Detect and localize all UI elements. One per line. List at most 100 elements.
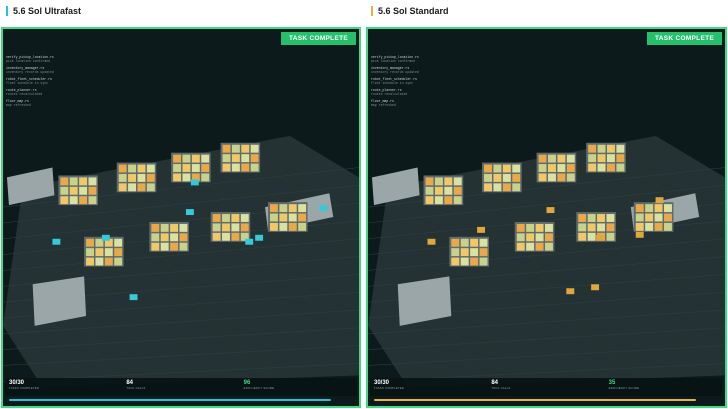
crate: [212, 214, 221, 222]
crate: [566, 154, 575, 163]
crate: [434, 186, 443, 195]
crate: [547, 173, 556, 182]
crate: [114, 257, 123, 266]
simulation-panel-right: TASK COMPLETE verify_pickup_location.rs p…: [366, 27, 727, 408]
crate: [597, 163, 606, 172]
crate: [451, 238, 460, 247]
crate: [425, 196, 434, 205]
robot: [52, 238, 61, 245]
crate: [146, 164, 155, 173]
panel-title: 5.6 Sol Ultrafast: [13, 6, 82, 16]
crate: [231, 214, 240, 222]
crate: [270, 213, 278, 222]
crate: [606, 154, 615, 163]
crate: [451, 257, 460, 266]
crate: [160, 223, 169, 232]
progress-bar: [9, 399, 331, 401]
crate: [79, 196, 88, 205]
crate: [86, 238, 94, 247]
crate: [231, 154, 240, 163]
crate: [479, 257, 488, 266]
stat-tool-calls: 84 TOOL CALLS: [126, 380, 146, 390]
robot: [190, 179, 199, 186]
robot: [245, 238, 254, 245]
task-complete-badge: TASK COMPLETE: [646, 32, 722, 45]
crate: [128, 164, 137, 173]
crate: [516, 223, 525, 232]
crate: [587, 232, 596, 241]
crate: [231, 163, 240, 172]
crate: [114, 248, 123, 257]
crate: [279, 213, 288, 222]
crate: [95, 248, 104, 257]
simulation-panel-left: TASK COMPLETE verify_pickup_location.rs p…: [1, 27, 361, 408]
accent-bar: [6, 6, 8, 16]
crate: [212, 223, 221, 232]
crate: [288, 204, 297, 213]
crate: [170, 233, 179, 242]
crate: [588, 163, 597, 172]
crate: [434, 196, 443, 205]
crate: [151, 233, 160, 242]
crate: [512, 173, 521, 182]
crate: [587, 214, 596, 222]
crate: [222, 144, 231, 153]
crate: [60, 177, 69, 186]
robot: [255, 234, 264, 241]
crate: [191, 164, 200, 172]
crate: [182, 164, 191, 172]
crate: [502, 164, 511, 173]
panel-header-right: 5.6 Sol Standard: [371, 0, 449, 22]
crate: [470, 248, 479, 257]
crate: [241, 163, 250, 172]
crate: [298, 213, 307, 222]
crate: [606, 144, 615, 153]
crate: [545, 233, 553, 242]
log-entry: floor_map.rs map refreshed: [6, 99, 31, 107]
crate: [557, 173, 566, 182]
crate: [222, 232, 230, 241]
crate: [616, 144, 625, 153]
panel-title: 5.6 Sol Standard: [378, 6, 449, 16]
crate: [635, 204, 644, 213]
crate: [212, 232, 221, 241]
crate: [444, 196, 453, 205]
crate: [128, 183, 137, 192]
robot: [635, 231, 644, 238]
progress-bar: [374, 399, 696, 401]
crate: [526, 242, 535, 251]
robot: [546, 207, 555, 214]
crate: [578, 232, 587, 241]
crate: [173, 154, 181, 163]
crate: [69, 186, 78, 195]
crate: [88, 177, 97, 186]
crate: [86, 257, 94, 266]
crate: [425, 177, 434, 186]
crate: [453, 177, 462, 186]
crate: [179, 242, 188, 251]
crate: [578, 214, 587, 222]
crate: [118, 164, 127, 173]
crate: [250, 163, 259, 172]
log-entry: floor_map.rs map refreshed: [371, 99, 396, 107]
crate: [606, 163, 615, 172]
crate: [69, 196, 78, 205]
crate: [545, 223, 553, 232]
crate: [279, 222, 288, 231]
crate: [606, 223, 615, 232]
log-entry: verify_pickup_location.rs pick location c…: [371, 55, 419, 63]
crate: [516, 242, 525, 251]
crate: [664, 204, 672, 213]
log-entry: verify_pickup_location.rs pick location c…: [6, 55, 54, 63]
crate: [566, 173, 575, 182]
task-complete-badge: TASK COMPLETE: [280, 32, 356, 45]
crate: [222, 163, 231, 172]
tool-log: verify_pickup_location.rs pick location c…: [371, 55, 437, 110]
crate: [88, 186, 97, 195]
crate: [60, 196, 69, 205]
crate: [635, 222, 644, 231]
crate: [137, 164, 146, 173]
crate: [654, 222, 663, 231]
crate: [547, 154, 556, 163]
crate: [516, 233, 525, 242]
